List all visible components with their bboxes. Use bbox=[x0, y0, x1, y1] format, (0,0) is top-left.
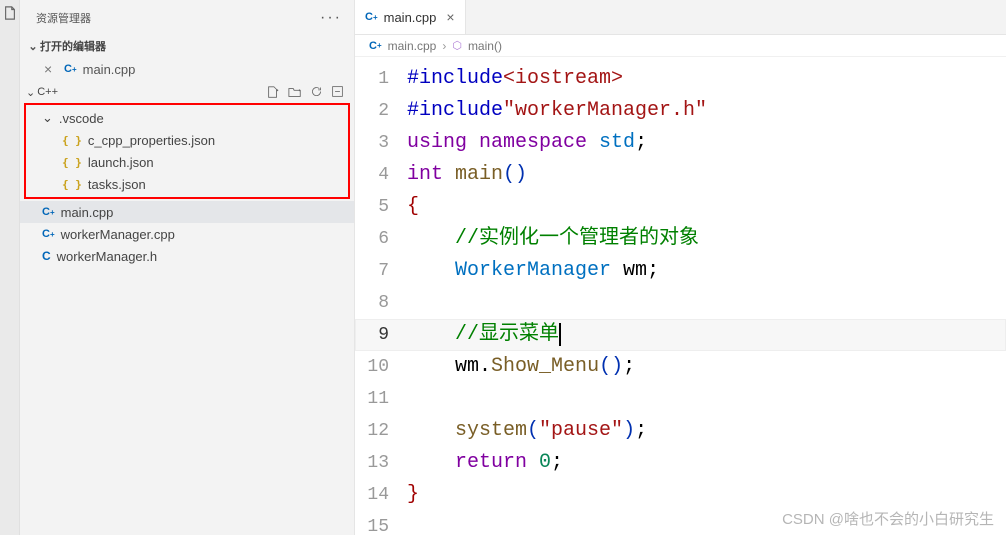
explorer-header: 资源管理器 ··· bbox=[20, 0, 354, 35]
line-number: 4 bbox=[355, 159, 407, 191]
breadcrumb[interactable]: C+ main.cpp › ⬡ main() bbox=[355, 35, 1006, 57]
code-line[interactable]: 14} bbox=[355, 479, 1006, 511]
line-number: 12 bbox=[355, 415, 407, 447]
line-content: //显示菜单 bbox=[407, 319, 561, 351]
line-number: 7 bbox=[355, 255, 407, 287]
chevron-right-icon: › bbox=[442, 39, 446, 53]
code-line[interactable]: 6 //实例化一个管理者的对象 bbox=[355, 223, 1006, 255]
folder-label: .vscode bbox=[59, 111, 104, 126]
line-number: 5 bbox=[355, 191, 407, 223]
folder-vscode[interactable]: ⌄ .vscode bbox=[26, 107, 348, 129]
editor-tabs: C+ main.cpp × bbox=[355, 0, 1006, 35]
function-icon: ⬡ bbox=[452, 39, 462, 52]
code-line[interactable]: 2#include"workerManager.h" bbox=[355, 95, 1006, 127]
line-content: #include<iostream> bbox=[407, 63, 623, 95]
close-icon[interactable]: × bbox=[446, 9, 454, 25]
breadcrumb-file: main.cpp bbox=[388, 39, 437, 53]
json-icon: { } bbox=[62, 134, 82, 147]
open-editor-item[interactable]: × C+ main.cpp bbox=[20, 57, 354, 81]
line-content: } bbox=[407, 479, 419, 511]
line-number: 13 bbox=[355, 447, 407, 479]
tab-main-cpp[interactable]: C+ main.cpp × bbox=[355, 0, 466, 34]
code-line[interactable]: 12 system("pause"); bbox=[355, 415, 1006, 447]
chevron-down-icon: ⌄ bbox=[26, 86, 35, 99]
code-line[interactable]: 7 WorkerManager wm; bbox=[355, 255, 1006, 287]
cpp-icon: C+ bbox=[42, 206, 55, 218]
new-file-icon[interactable] bbox=[266, 85, 280, 99]
tree-file[interactable]: { } c_cpp_properties.json bbox=[26, 129, 348, 151]
breadcrumb-symbol: main() bbox=[468, 39, 502, 53]
project-header[interactable]: ⌄ C++ bbox=[20, 81, 354, 103]
line-content: using namespace std; bbox=[407, 127, 647, 159]
code-line[interactable]: 3using namespace std; bbox=[355, 127, 1006, 159]
project-name: C++ bbox=[37, 86, 58, 98]
editor-area: C+ main.cpp × C+ main.cpp › ⬡ main() 1#i… bbox=[355, 0, 1006, 535]
refresh-icon[interactable] bbox=[310, 85, 323, 99]
line-number: 10 bbox=[355, 351, 407, 383]
open-editor-label: main.cpp bbox=[83, 62, 136, 77]
code-line[interactable]: 4int main() bbox=[355, 159, 1006, 191]
line-content: wm.Show_Menu(); bbox=[407, 351, 635, 383]
file-workermanager-cpp[interactable]: C+ workerManager.cpp bbox=[20, 223, 354, 245]
tree-file[interactable]: { } launch.json bbox=[26, 151, 348, 173]
code-editor[interactable]: 1#include<iostream>2#include"workerManag… bbox=[355, 57, 1006, 535]
code-line[interactable]: 5{ bbox=[355, 191, 1006, 223]
new-folder-icon[interactable] bbox=[288, 85, 302, 99]
file-main-cpp[interactable]: C+ main.cpp bbox=[20, 201, 354, 223]
tree-file[interactable]: { } tasks.json bbox=[26, 173, 348, 195]
line-number: 14 bbox=[355, 479, 407, 511]
code-line[interactable]: 10 wm.Show_Menu(); bbox=[355, 351, 1006, 383]
json-icon: { } bbox=[62, 178, 82, 191]
cpp-icon: C+ bbox=[42, 228, 55, 240]
code-line[interactable]: 11 bbox=[355, 383, 1006, 415]
open-editors-header[interactable]: ⌄ 打开的编辑器 bbox=[20, 35, 354, 57]
code-line[interactable]: 9 //显示菜单 bbox=[355, 319, 1006, 351]
line-number: 8 bbox=[355, 287, 407, 319]
explorer-title: 资源管理器 bbox=[36, 10, 91, 26]
line-number: 3 bbox=[355, 127, 407, 159]
chevron-down-icon: ⌄ bbox=[42, 110, 53, 126]
close-icon[interactable]: × bbox=[44, 61, 58, 77]
line-content: return 0; bbox=[407, 447, 563, 479]
collapse-icon[interactable] bbox=[331, 85, 344, 99]
code-line[interactable]: 8 bbox=[355, 287, 1006, 319]
chevron-down-icon: ⌄ bbox=[26, 40, 40, 53]
c-icon: C bbox=[42, 249, 51, 263]
line-number: 1 bbox=[355, 63, 407, 95]
cpp-icon: C+ bbox=[369, 40, 382, 52]
file-workermanager-h[interactable]: C workerManager.h bbox=[20, 245, 354, 267]
line-content: int main() bbox=[407, 159, 527, 191]
line-number: 15 bbox=[355, 511, 407, 535]
watermark: CSDN @啥也不会的小白研究生 bbox=[782, 508, 994, 529]
line-content: #include"workerManager.h" bbox=[407, 95, 707, 127]
line-number: 11 bbox=[355, 383, 407, 415]
explorer-sidebar: 资源管理器 ··· ⌄ 打开的编辑器 × C+ main.cpp ⌄ C++ bbox=[20, 0, 355, 535]
line-content: { bbox=[407, 191, 419, 223]
line-content: system("pause"); bbox=[407, 415, 647, 447]
activity-bar bbox=[0, 0, 20, 535]
files-icon[interactable] bbox=[3, 6, 17, 20]
line-content: WorkerManager wm; bbox=[407, 255, 659, 287]
more-icon[interactable]: ··· bbox=[320, 9, 342, 27]
highlighted-tree-region: ⌄ .vscode { } c_cpp_properties.json { } … bbox=[24, 103, 350, 199]
cpp-icon: C+ bbox=[365, 11, 378, 23]
tab-label: main.cpp bbox=[384, 10, 437, 25]
code-line[interactable]: 13 return 0; bbox=[355, 447, 1006, 479]
json-icon: { } bbox=[62, 156, 82, 169]
line-content: //实例化一个管理者的对象 bbox=[407, 223, 699, 255]
code-line[interactable]: 1#include<iostream> bbox=[355, 63, 1006, 95]
line-number: 2 bbox=[355, 95, 407, 127]
cpp-icon: C+ bbox=[64, 63, 77, 75]
line-number: 9 bbox=[355, 319, 407, 351]
line-number: 6 bbox=[355, 223, 407, 255]
